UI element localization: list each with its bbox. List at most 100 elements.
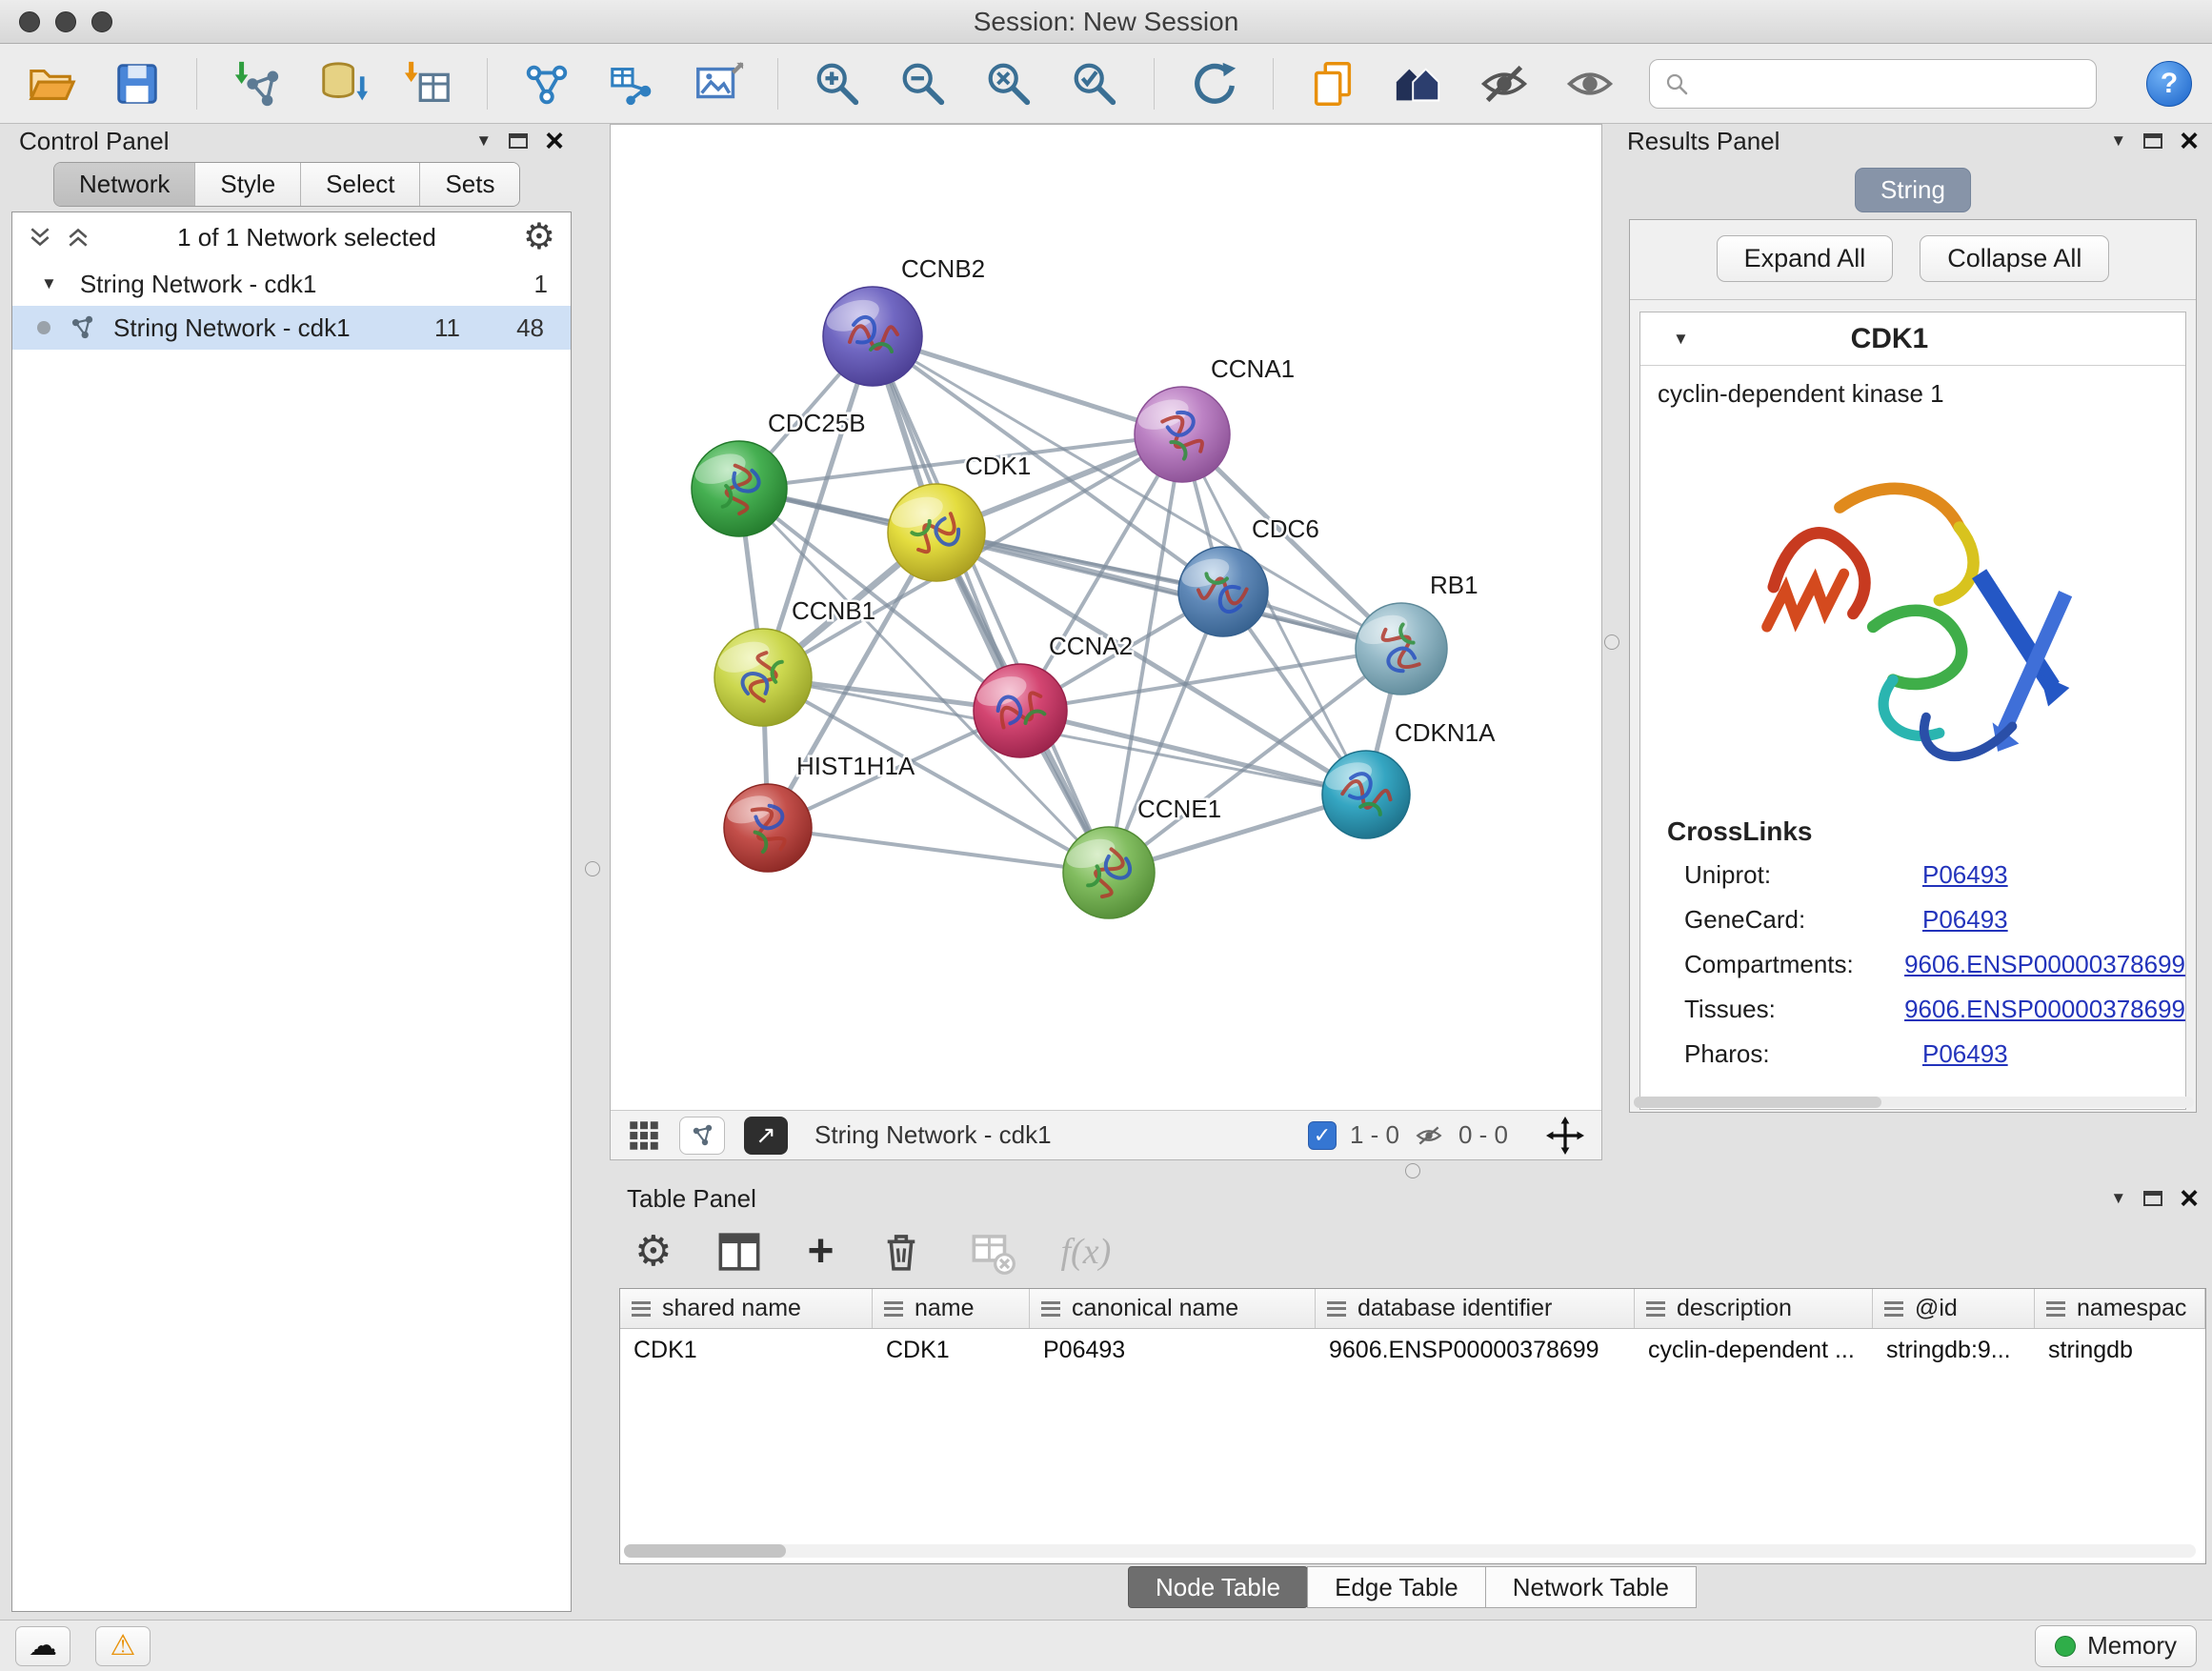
network-node-RB1[interactable]: RB1 (1356, 571, 1478, 695)
panel-float-icon[interactable] (2143, 1191, 2162, 1206)
panel-collapse-icon[interactable]: ▼ (475, 131, 492, 151)
gear-icon[interactable]: ⚙ (523, 219, 555, 255)
tab-network[interactable]: Network (54, 163, 194, 206)
network-from-table-button[interactable] (606, 57, 659, 111)
panel-float-icon[interactable] (509, 133, 528, 149)
zoom-selected-button[interactable] (1068, 57, 1121, 111)
protein-name: CDK1 (1651, 323, 2128, 355)
column-header-canonical-name[interactable]: canonical name (1030, 1289, 1316, 1328)
table-cell[interactable]: P06493 (1030, 1329, 1316, 1369)
table-cell[interactable]: CDK1 (620, 1329, 873, 1369)
tab-style[interactable]: Style (194, 163, 300, 206)
selected-indicator-checkbox[interactable]: ✓ (1308, 1121, 1337, 1150)
network-graph[interactable]: CCNB2CCNA1CDC25BCDK1CDC6RB1CCNB1CCNA2CDK… (611, 125, 1601, 1110)
column-header-shared-name[interactable]: shared name (620, 1289, 873, 1328)
protein-section-header[interactable]: ▼ CDK1 (1640, 312, 2185, 366)
table-horizontal-scrollbar[interactable] (624, 1544, 2196, 1558)
scrollbar-thumb[interactable] (1634, 1097, 1881, 1108)
apply-layout-button[interactable] (1187, 57, 1240, 111)
expand-all-button[interactable]: Expand All (1717, 235, 1894, 282)
panel-collapse-icon[interactable]: ▼ (2110, 131, 2126, 151)
left-splitter-handle[interactable] (585, 861, 600, 876)
column-header-description[interactable]: description (1635, 1289, 1873, 1328)
network-collection-row[interactable]: ▼ String Network - cdk1 1 (12, 262, 571, 306)
save-session-button[interactable] (111, 57, 164, 111)
network-node-CDC25B[interactable]: CDC25B (692, 409, 866, 536)
crosslink-link-tissues[interactable]: 9606.ENSP00000378699 (1904, 995, 2185, 1024)
string-network-icon (68, 313, 96, 342)
import-network-file-button[interactable] (230, 57, 283, 111)
network-node-CDC6[interactable]: CDC6 (1178, 514, 1319, 636)
memory-button[interactable]: Memory (2035, 1625, 2197, 1667)
network-node-CCNB1[interactable]: CCNB1 (714, 596, 876, 726)
collapse-all-icon[interactable] (28, 225, 52, 250)
network-node-CCNA1[interactable]: CCNA1 (1135, 354, 1296, 482)
pan-navigate-icon[interactable] (1546, 1117, 1584, 1155)
column-header-namespac[interactable]: namespac (2035, 1289, 2205, 1328)
crosslink-link-pharos[interactable]: P06493 (1922, 1039, 2008, 1069)
network-node-HIST1H1A[interactable]: HIST1H1A (724, 752, 915, 872)
tab-edge-table[interactable]: Edge Table (1307, 1566, 1486, 1608)
open-session-button[interactable] (25, 57, 78, 111)
open-in-window-button[interactable]: ↗ (744, 1117, 788, 1155)
copy-document-button[interactable] (1306, 57, 1359, 111)
birdseye-grid-icon[interactable] (628, 1119, 660, 1152)
results-horizontal-scrollbar[interactable] (1634, 1097, 2194, 1108)
column-header-database-identifier[interactable]: database identifier (1316, 1289, 1635, 1328)
bottom-splitter-handle[interactable] (1405, 1163, 1420, 1178)
panel-close-icon[interactable]: × (545, 129, 564, 153)
network-type-button[interactable] (679, 1117, 725, 1155)
scrollbar-thumb[interactable] (624, 1544, 786, 1558)
first-neighbors-button[interactable] (1392, 57, 1445, 111)
zoom-out-button[interactable] (896, 57, 950, 111)
network-row-selected[interactable]: String Network - cdk1 11 48 (12, 306, 571, 350)
hide-selected-button[interactable] (1478, 57, 1531, 111)
tab-string[interactable]: String (1855, 168, 1971, 212)
zoom-fit-button[interactable] (982, 57, 1036, 111)
add-column-button[interactable]: + (807, 1229, 834, 1275)
new-network-button[interactable] (520, 57, 573, 111)
tab-network-table[interactable]: Network Table (1485, 1566, 1697, 1608)
show-all-button[interactable] (1563, 57, 1617, 111)
network-node-CDK1[interactable]: CDK1 (888, 452, 1032, 581)
crosslink-link-compartments[interactable]: 9606.ENSP00000378699 (1904, 950, 2185, 979)
tree-caret-icon[interactable]: ▼ (41, 274, 57, 293)
warnings-button[interactable]: ⚠ (95, 1626, 151, 1666)
crosslink-link-uniprot[interactable]: P06493 (1922, 860, 2008, 890)
table-cell[interactable]: CDK1 (873, 1329, 1030, 1369)
column-header-name[interactable]: name (873, 1289, 1030, 1328)
function-builder-button[interactable]: f(x) (1060, 1231, 1111, 1273)
export-image-button[interactable] (692, 57, 745, 111)
panel-close-icon[interactable]: × (2180, 129, 2199, 153)
tab-node-table[interactable]: Node Table (1128, 1566, 1308, 1608)
results-panel-title: Results Panel (1627, 127, 2093, 156)
delete-column-button[interactable] (877, 1228, 925, 1276)
column-header-id[interactable]: @id (1873, 1289, 2035, 1328)
tab-select[interactable]: Select (300, 163, 419, 206)
table-settings-gear-icon[interactable]: ⚙ (634, 1231, 672, 1273)
zoom-in-button[interactable] (811, 57, 864, 111)
search-input[interactable] (1699, 69, 2082, 98)
tab-sets[interactable]: Sets (419, 163, 519, 206)
clear-table-button[interactable] (969, 1228, 1016, 1276)
network-node-CCNE1[interactable]: CCNE1 (1063, 795, 1222, 918)
cloud-status-button[interactable]: ☁ (15, 1626, 70, 1666)
table-cell[interactable]: stringdb:9... (1873, 1329, 2035, 1369)
right-splitter-handle[interactable] (1604, 634, 1619, 650)
panel-collapse-icon[interactable]: ▼ (2110, 1189, 2126, 1208)
main-toolbar: ? (0, 44, 2212, 124)
collapse-all-button[interactable]: Collapse All (1920, 235, 2109, 282)
show-columns-button[interactable] (715, 1228, 763, 1276)
table-cell[interactable]: stringdb (2035, 1329, 2205, 1369)
import-table-file-button[interactable] (401, 57, 454, 111)
panel-close-icon[interactable]: × (2180, 1186, 2199, 1211)
table-cell[interactable]: 9606.ENSP00000378699 (1316, 1329, 1635, 1369)
import-network-database-button[interactable] (315, 57, 369, 111)
crosslink-link-genecard[interactable]: P06493 (1922, 905, 2008, 935)
help-button[interactable]: ? (2146, 61, 2192, 107)
column-header-label: canonical name (1072, 1295, 1238, 1322)
panel-float-icon[interactable] (2143, 133, 2162, 149)
network-node-CDKN1A[interactable]: CDKN1A (1322, 718, 1497, 838)
expand-all-icon[interactable] (66, 225, 90, 250)
table-cell[interactable]: cyclin-dependent ... (1635, 1329, 1873, 1369)
